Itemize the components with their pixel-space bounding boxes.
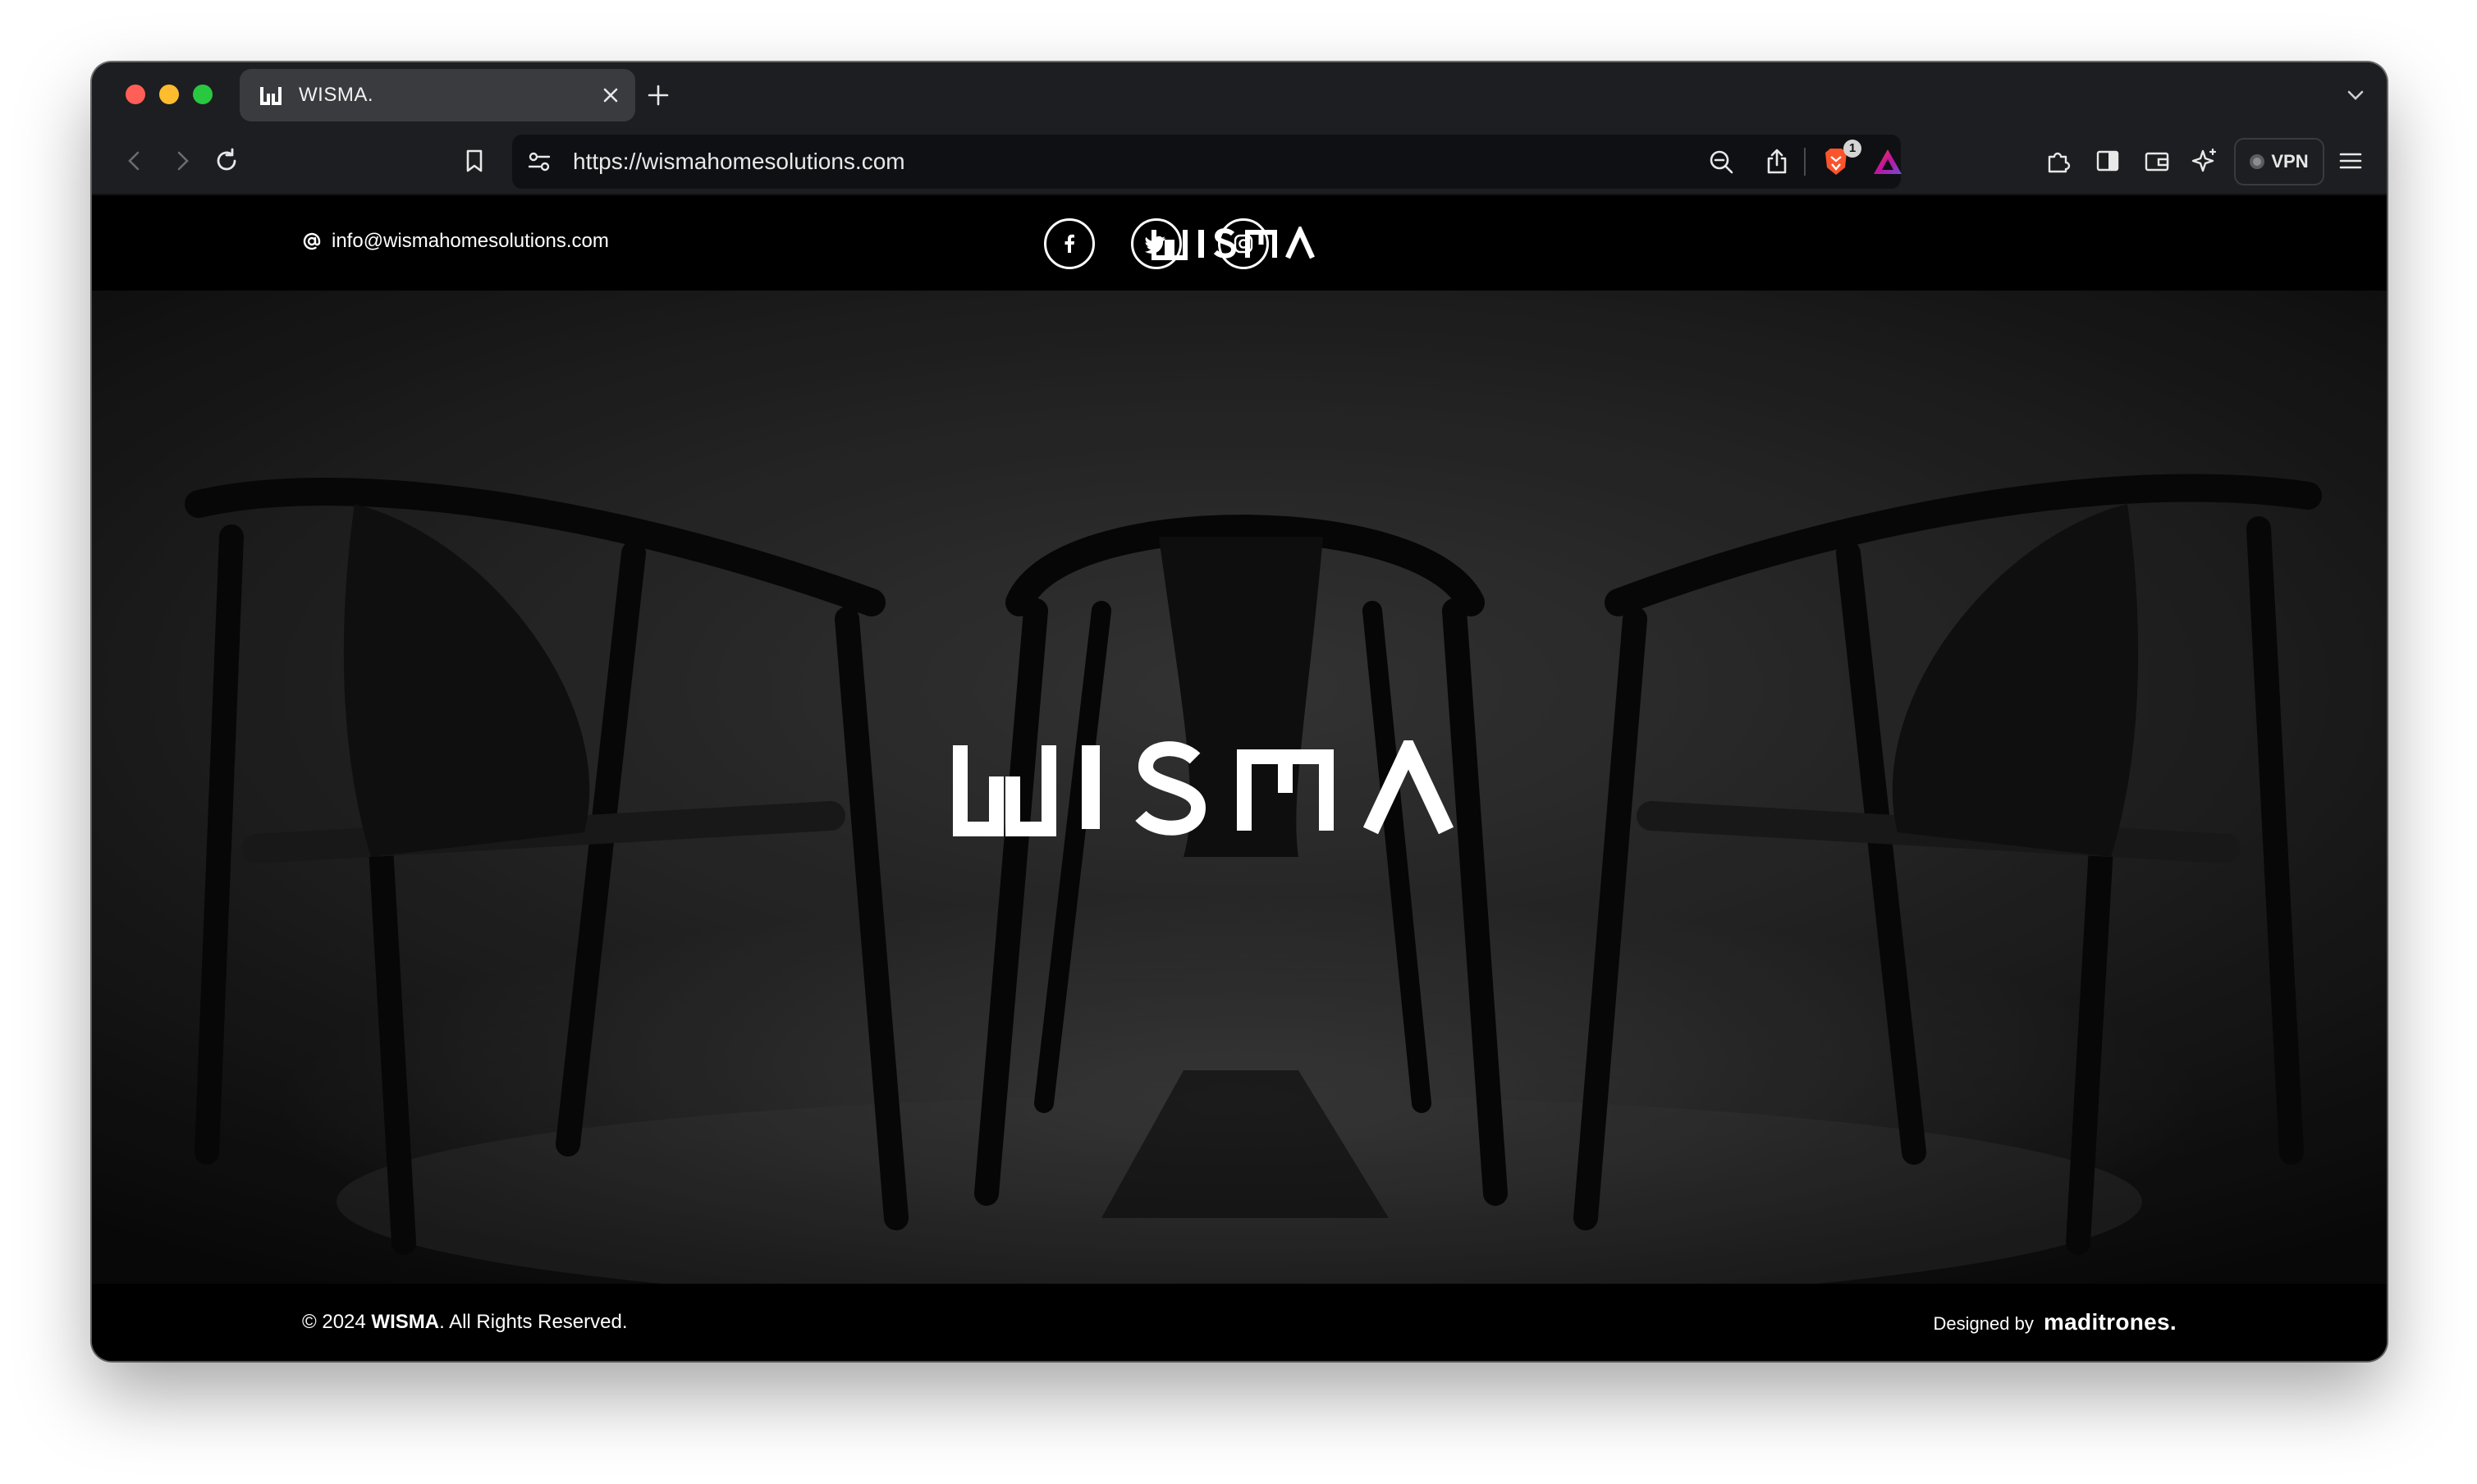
toolbar-divider — [1804, 148, 1806, 176]
sparkle-icon[interactable] — [2188, 144, 2221, 177]
tab-active[interactable]: WISMA. — [240, 69, 635, 121]
twitter-button[interactable] — [1131, 218, 1182, 269]
hero-wisma-logo — [953, 740, 1454, 836]
forward-icon[interactable] — [166, 144, 199, 177]
wallet-icon[interactable] — [2140, 144, 2173, 177]
url-text[interactable]: https://wismahomesolutions.com — [573, 135, 905, 189]
vpn-button[interactable]: VPN — [2234, 138, 2324, 186]
instagram-icon — [1234, 234, 1253, 254]
close-tab-icon[interactable] — [601, 85, 620, 105]
bookmark-icon[interactable] — [458, 144, 491, 177]
new-tab-icon[interactable] — [643, 80, 673, 110]
browser-toolbar: https://wismahomesolutions.com 1 VPN — [92, 128, 2387, 195]
vpn-label: VPN — [2271, 151, 2309, 172]
wisma-favicon-icon — [260, 87, 282, 105]
designer-credit[interactable]: Designed by maditrones. — [1934, 1284, 2177, 1361]
tab-title: WISMA. — [299, 84, 373, 106]
tab-strip: WISMA. — [92, 62, 2387, 128]
web-page: info@wismahomesolutions.com © 2024 WISMA… — [92, 195, 2387, 1361]
maximize-window-button[interactable] — [193, 85, 213, 104]
hero-section — [92, 291, 2387, 1284]
copyright-text: © 2024 WISMA. All Rights Reserved. — [302, 1284, 628, 1361]
zoom-out-icon[interactable] — [1706, 146, 1737, 177]
back-icon[interactable] — [118, 144, 151, 177]
browser-window: WISMA. https://wismahomesolutions.com 1 … — [92, 62, 2387, 1361]
site-footer: © 2024 WISMA. All Rights Reserved. Desig… — [92, 1284, 2387, 1361]
site-header: info@wismahomesolutions.com — [92, 195, 2387, 291]
reload-icon[interactable] — [210, 144, 243, 177]
instagram-button[interactable] — [1218, 218, 1269, 269]
facebook-button[interactable] — [1044, 218, 1095, 269]
chevron-down-icon[interactable] — [2344, 84, 2367, 107]
at-icon — [303, 232, 321, 250]
minimize-window-button[interactable] — [159, 85, 179, 104]
facebook-icon — [1065, 234, 1074, 253]
twitter-icon — [1145, 236, 1165, 254]
close-window-button[interactable] — [126, 85, 145, 104]
extensions-icon[interactable] — [2042, 144, 2075, 177]
designer-link[interactable]: maditrones. — [2044, 1309, 2177, 1335]
copyright-brand: WISMA — [371, 1311, 440, 1333]
email-contact[interactable]: info@wismahomesolutions.com — [302, 223, 609, 259]
brave-rewards-icon[interactable] — [1871, 146, 1904, 177]
vpn-status-icon — [2250, 154, 2265, 169]
copyright-suffix: . All Rights Reserved. — [439, 1311, 628, 1333]
shields-badge: 1 — [1843, 140, 1861, 158]
email-link[interactable]: info@wismahomesolutions.com — [332, 230, 609, 253]
designed-by-label: Designed by — [1933, 1313, 2034, 1334]
site-settings-icon[interactable] — [524, 146, 555, 177]
copyright-prefix: © 2024 — [302, 1311, 366, 1333]
sidebar-icon[interactable] — [2091, 144, 2124, 177]
hamburger-menu-icon[interactable] — [2334, 144, 2367, 177]
share-icon[interactable] — [1761, 146, 1793, 177]
address-bar[interactable]: https://wismahomesolutions.com 1 — [512, 135, 1904, 189]
